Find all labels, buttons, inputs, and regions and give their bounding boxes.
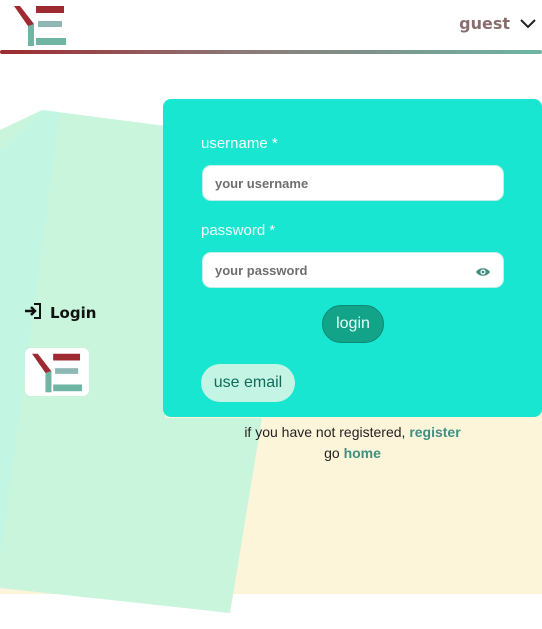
login-card: username * password * login use email bbox=[163, 99, 542, 417]
user-menu[interactable]: guest bbox=[459, 14, 536, 33]
register-prefix: if you have not registered, bbox=[244, 424, 410, 440]
password-label: password * bbox=[201, 222, 276, 239]
ye-logo-icon[interactable] bbox=[8, 0, 72, 50]
eye-icon[interactable] bbox=[475, 263, 491, 282]
side-login-title: Login bbox=[50, 304, 97, 322]
username-label: username * bbox=[201, 135, 278, 152]
home-note: go home bbox=[163, 445, 542, 461]
username-input[interactable] bbox=[203, 166, 467, 200]
home-link[interactable]: home bbox=[344, 445, 381, 461]
side-login-label: Login bbox=[24, 303, 96, 323]
register-link[interactable]: register bbox=[409, 424, 460, 440]
chevron-down-icon[interactable] bbox=[520, 14, 536, 33]
top-bar: guest bbox=[0, 0, 542, 54]
use-email-button[interactable]: use email bbox=[201, 364, 295, 402]
username-field[interactable] bbox=[202, 165, 504, 201]
side-logo-icon bbox=[25, 348, 89, 396]
password-field[interactable] bbox=[202, 252, 504, 288]
login-button[interactable]: login bbox=[322, 305, 384, 343]
sign-in-icon bbox=[24, 303, 42, 323]
home-prefix: go bbox=[324, 445, 344, 461]
register-note: if you have not registered, register bbox=[163, 424, 542, 440]
password-input[interactable] bbox=[203, 253, 467, 287]
header-divider bbox=[0, 50, 542, 54]
user-name: guest bbox=[459, 14, 510, 33]
